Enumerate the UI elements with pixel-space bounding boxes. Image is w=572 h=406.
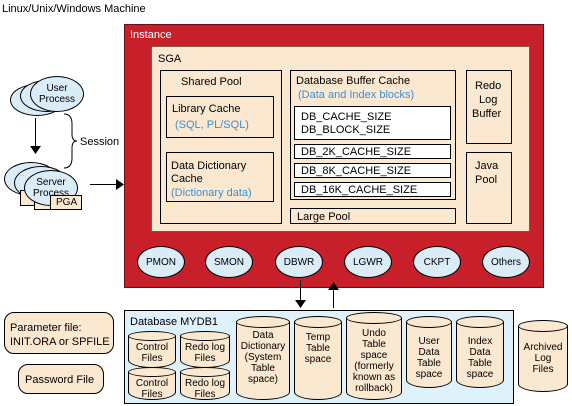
data-dictionary-tablespace-label: Data Dictionary (System Table space): [240, 330, 286, 385]
db-16k-cache-label: DB_16K_CACHE_SIZE: [301, 184, 418, 196]
db-2k-cache-label: DB_2K_CACHE_SIZE: [301, 146, 412, 158]
session-label: Session: [80, 136, 120, 148]
parameter-file-label-2: INIT.ORA or SPFILE: [10, 336, 110, 348]
data-dictionary-cache-label-1: Data Dictionary: [171, 160, 247, 172]
db-block-size-label: DB_BLOCK_SIZE: [301, 124, 391, 136]
others-process: Others: [482, 246, 530, 278]
undo-tablespace-label: Undo Table space (formerly known as roll…: [352, 328, 396, 394]
server-instance-arrow-line: [90, 184, 118, 185]
temp-tablespace-label: Temp Table space: [304, 332, 332, 365]
archived-log-files-top: [518, 320, 568, 332]
db-cache-size-label: DB_CACHE_SIZE: [301, 111, 392, 123]
dbwr-process: DBWR: [275, 246, 323, 278]
archived-log-files-label: Archived Log Files: [523, 342, 563, 375]
data-dictionary-cache-label-2: Cache: [171, 173, 203, 185]
redo-log-buffer-label-1: Redo: [475, 80, 502, 92]
password-file-label: Password File: [25, 374, 95, 386]
dbwr-down-arrow-head: [295, 300, 306, 308]
sga-title: SGA: [158, 53, 182, 65]
shared-pool-title: Shared Pool: [181, 76, 242, 88]
dbwr-down-arrow-line: [300, 280, 301, 302]
control-files-2-label: Control Files: [135, 378, 169, 400]
db-up-arrow-line: [333, 288, 334, 308]
redo-log-buffer-label-2: Log: [479, 94, 498, 106]
db-8k-cache-label: DB_8K_CACHE_SIZE: [301, 165, 412, 177]
user-data-tablespace-label: User Data Table space: [415, 336, 443, 380]
session-brace: [63, 113, 78, 169]
user-server-arrow-head: [30, 146, 41, 154]
redo-log-buffer-label-3: Buffer: [472, 108, 502, 120]
user-process-label-2: Process: [38, 94, 76, 105]
redo-log-files-2-label: Redo log Files: [184, 378, 226, 400]
db-buffer-cache-title: Database Buffer Cache: [296, 75, 411, 87]
control-files-2-top: [128, 367, 176, 377]
pga-label: PGA: [56, 197, 78, 208]
control-files-1-label: Control Files: [135, 342, 169, 364]
library-cache-note: (SQL, PL/SQL): [175, 119, 249, 131]
database-title: Database MYDB1: [130, 316, 219, 328]
db-buffer-cache-note: (Data and Index blocks): [298, 89, 415, 101]
user-data-tablespace-top: [406, 316, 452, 328]
java-pool-label-1: Java: [475, 160, 499, 172]
data-dictionary-cache-note: (Dictionary data): [171, 187, 252, 199]
parameter-file-label-1: Parameter file:: [10, 322, 82, 334]
large-pool-label: Large Pool: [297, 211, 351, 223]
ckpt-process: CKPT: [413, 246, 461, 278]
java-pool-label-2: Pool: [475, 174, 498, 186]
library-cache-label: Library Cache: [172, 103, 241, 115]
machine-label: Linux/Unix/Windows Machine: [2, 3, 146, 15]
control-files-1-top: [128, 331, 176, 341]
server-process-label-1: Server: [36, 177, 66, 188]
smon-process: SMON: [205, 246, 253, 278]
server-instance-arrow-head: [116, 179, 124, 190]
user-server-arrow-line: [35, 118, 36, 148]
redo-log-files-1-top: [180, 331, 230, 341]
lgwr-process: LGWR: [344, 246, 392, 278]
temp-tablespace-top: [294, 316, 342, 328]
index-data-tablespace-top: [456, 316, 504, 328]
user-process-label-1: User: [46, 83, 68, 94]
instance-title: Instance: [130, 29, 172, 41]
data-dictionary-tablespace-top: [236, 316, 290, 328]
pmon-process: PMON: [137, 246, 185, 278]
db-up-arrow-head: [328, 282, 339, 290]
redo-log-files-2-top: [180, 367, 230, 377]
user-process: User Process: [30, 76, 84, 112]
undo-tablespace-top: [346, 312, 402, 324]
redo-log-files-1-label: Redo log Files: [184, 342, 226, 364]
index-data-tablespace-label: Index Data Table space: [466, 336, 494, 380]
